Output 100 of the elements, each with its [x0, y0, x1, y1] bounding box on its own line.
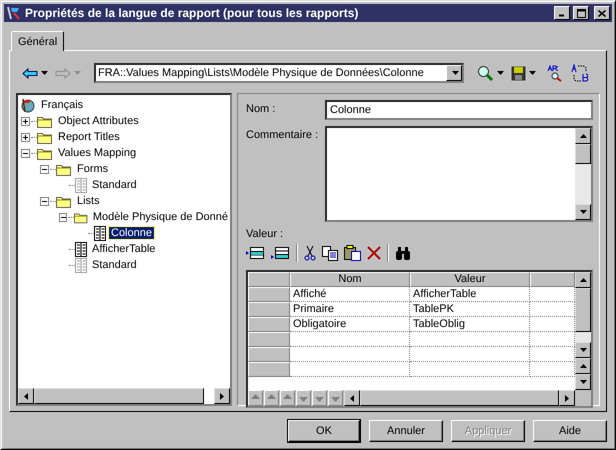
magnifier-icon[interactable]: [477, 65, 494, 81]
move-up-button[interactable]: [248, 390, 263, 406]
column-header[interactable]: [530, 272, 575, 287]
table-cell: TableOblig: [410, 317, 530, 332]
add-row-icon[interactable]: [271, 246, 290, 260]
tree-item[interactable]: Lists: [75, 195, 102, 207]
up-arrow-icon: [580, 134, 586, 138]
row-header[interactable]: [248, 347, 290, 362]
tree-item[interactable]: Standard: [90, 259, 139, 271]
dialog-button[interactable]: OK: [288, 420, 360, 442]
move-down-button[interactable]: [296, 390, 311, 406]
scroll-down-button[interactable]: [575, 342, 591, 358]
scroll-left-button[interactable]: [18, 388, 34, 404]
scroll-right-button[interactable]: [559, 390, 575, 406]
dialog-button[interactable]: Aide: [533, 420, 607, 442]
left-arrow-icon: [24, 392, 28, 400]
row-header[interactable]: [248, 302, 290, 317]
dialog-button[interactable]: Annuler: [369, 420, 443, 442]
name-field[interactable]: Colonne: [325, 100, 593, 120]
scrollbar-thumb[interactable]: [34, 388, 204, 404]
collapse-icon[interactable]: [40, 164, 49, 174]
tree-item[interactable]: Forms: [75, 163, 110, 175]
move-down-button[interactable]: [312, 390, 327, 406]
folder-icon: [37, 146, 53, 160]
down-arrow-icon: [580, 380, 586, 384]
folder-icon: [56, 162, 72, 176]
right-arrow-icon: [565, 394, 569, 402]
scrollbar-thumb[interactable]: [360, 390, 559, 406]
tree-item[interactable]: Values Mapping: [56, 147, 138, 159]
scroll-down-button[interactable]: [575, 374, 591, 390]
folder-icon: [74, 210, 88, 224]
scroll-up-button[interactable]: [575, 128, 591, 144]
row-header[interactable]: [248, 272, 290, 287]
move-up-button[interactable]: [280, 390, 295, 406]
move-up-button[interactable]: [264, 390, 279, 406]
save-icon[interactable]: [511, 66, 526, 80]
delete-icon[interactable]: [367, 246, 381, 260]
folder-icon: [37, 130, 53, 144]
right-arrow-icon: [220, 392, 224, 400]
cut-icon[interactable]: [304, 245, 316, 261]
down-arrow-icon: [452, 71, 458, 75]
scroll-down-button[interactable]: [575, 204, 591, 220]
scroll-up-button[interactable]: [575, 272, 591, 288]
table-cell: AfficherTable: [410, 287, 530, 302]
row-header[interactable]: [248, 287, 290, 302]
tree-item[interactable]: Modèle Physique de Donné: [90, 211, 230, 223]
move-down-button[interactable]: [328, 390, 343, 406]
maximize-button[interactable]: [573, 6, 589, 20]
tree-item[interactable]: Standard: [90, 179, 139, 191]
paste-icon[interactable]: [344, 245, 361, 261]
collapse-icon[interactable]: [21, 148, 30, 158]
minimize-button[interactable]: [554, 6, 570, 20]
field-label: Nom :: [246, 102, 276, 115]
scroll-right-button[interactable]: [214, 388, 230, 404]
column-header[interactable]: Valeur: [410, 272, 530, 287]
field-label: Valeur :: [246, 228, 284, 240]
expand-icon[interactable]: [21, 132, 30, 142]
scroll-left-button[interactable]: [344, 390, 360, 406]
tree-item[interactable]: Français: [39, 99, 86, 111]
path-combo[interactable]: FRA::Values Mapping\Lists\Modèle Physique de Données\Colonne: [94, 63, 464, 83]
table-cell: Affiché: [290, 287, 410, 302]
tree-item[interactable]: Report Titles: [56, 131, 122, 143]
expand-icon[interactable]: [21, 116, 30, 126]
spellcheck-icon[interactable]: [547, 64, 564, 82]
replace-icon[interactable]: [571, 64, 590, 82]
scrollbar-thumb[interactable]: [575, 288, 591, 332]
tab[interactable]: Général: [11, 31, 64, 51]
row-header[interactable]: [248, 317, 290, 332]
close-button[interactable]: [594, 6, 610, 20]
window-title: Propriétés de la langue de rapport (pour tous les rapports): [25, 6, 360, 20]
dropdown-button[interactable]: [446, 65, 462, 81]
vertical-scrollbar[interactable]: [575, 272, 591, 390]
app-icon: [6, 6, 22, 20]
copy-icon[interactable]: [322, 246, 338, 260]
maximize-icon: [576, 8, 586, 18]
binoculars-icon[interactable]: [395, 246, 411, 260]
collapse-icon[interactable]: [40, 196, 49, 206]
row-header[interactable]: [248, 332, 290, 347]
up-arrow-icon: [580, 278, 586, 282]
back-arrow-icon[interactable]: [22, 68, 38, 78]
caret-icon[interactable]: [497, 71, 504, 75]
column-header[interactable]: Nom: [290, 272, 410, 287]
collapse-icon[interactable]: [59, 212, 68, 222]
down-arrow-icon: [580, 210, 586, 214]
down-arrow-icon: [580, 348, 586, 352]
tree-item[interactable]: Colonne: [109, 227, 154, 239]
left-arrow-icon: [350, 394, 354, 402]
caret-icon[interactable]: [529, 71, 536, 75]
scrollbar-thumb[interactable]: [575, 144, 591, 164]
caret-icon[interactable]: [41, 71, 48, 75]
up-arrow-icon: [580, 364, 586, 368]
tree-item[interactable]: Object Attributes: [56, 115, 141, 127]
comment-field[interactable]: [325, 126, 593, 222]
close-icon: [598, 10, 606, 16]
tree-item[interactable]: AfficherTable: [90, 243, 158, 255]
tree-view[interactable]: Français Object Attributes Report Titles Values Mapping Forms Standard Lists Modèle Physique de Donné Colonne AfficherTable Standard: [16, 93, 232, 406]
vertical-scrollbar[interactable]: [575, 128, 591, 220]
row-header[interactable]: [248, 362, 290, 377]
scroll-up-button[interactable]: [575, 358, 591, 374]
insert-row-icon[interactable]: [246, 246, 265, 260]
